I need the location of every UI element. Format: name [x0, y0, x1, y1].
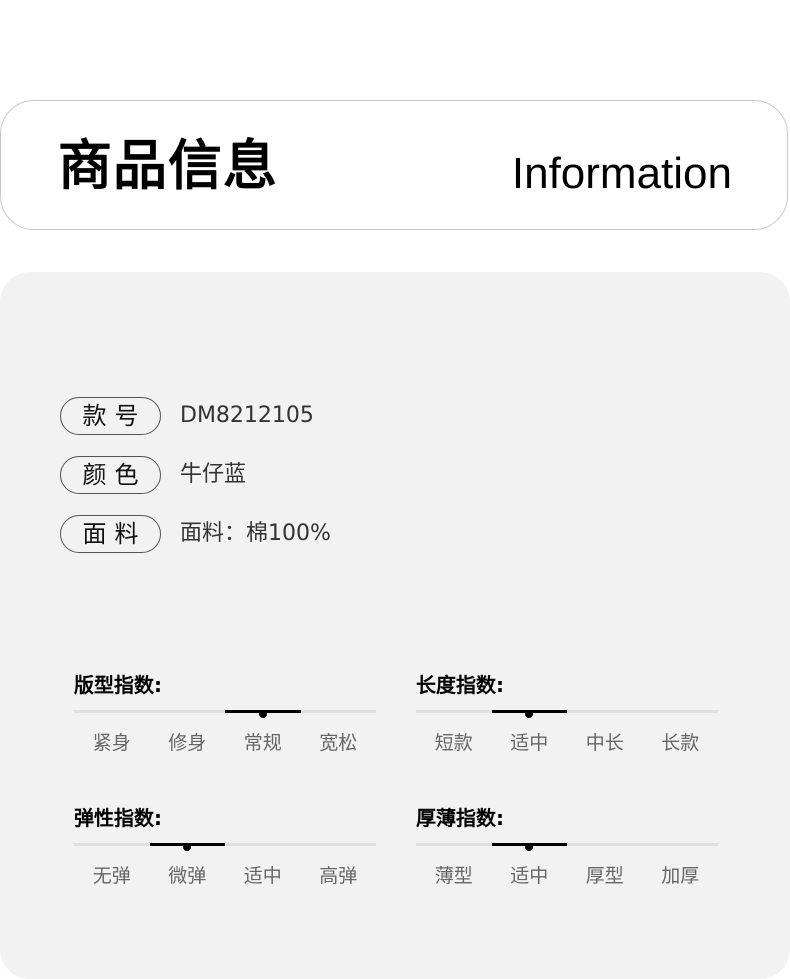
index-marker-dot [525, 709, 534, 718]
page-title: 商品信息 [58, 134, 278, 197]
spec-value-style-number: DM8212105 [180, 403, 314, 428]
thickness-index-option: 薄型 [434, 865, 473, 887]
length-index-title: 长度指数: [416, 673, 504, 697]
thickness-index-option: 加厚 [661, 865, 700, 887]
fit-index-option: 常规 [243, 732, 282, 754]
index-selected-segment [491, 842, 567, 851]
fit-index-option: 宽松 [319, 732, 358, 754]
index-marker-dot [183, 842, 192, 851]
thickness-index-title: 厚薄指数: [416, 806, 504, 830]
length-index-option: 短款 [434, 732, 473, 754]
fit-index-option: 紧身 [92, 732, 131, 754]
elasticity-index-option: 适中 [243, 865, 282, 887]
elasticity-index-option: 无弹 [92, 865, 131, 887]
elasticity-index-option: 高弹 [319, 865, 358, 887]
length-index-option: 适中 [510, 732, 549, 754]
spec-value-color: 牛仔蓝 [180, 462, 247, 487]
index-selected-segment [149, 842, 225, 851]
index-selected-segment [491, 709, 567, 718]
thickness-index-option: 厚型 [585, 865, 624, 887]
page-title-english: Information [511, 149, 732, 198]
spec-label-color: 颜色 [60, 456, 161, 494]
fit-index-track [74, 709, 376, 718]
fit-index-title: 版型指数: [74, 673, 162, 697]
length-index-track [416, 709, 718, 718]
spec-label-fabric: 面料 [60, 515, 161, 553]
length-index-option: 长款 [661, 732, 700, 754]
fit-index-option: 修身 [168, 732, 207, 754]
index-marker-dot [258, 709, 267, 718]
elasticity-index-title: 弹性指数: [74, 806, 162, 830]
fit-index-options: 紧身 修身 常规 宽松 [74, 730, 376, 756]
elasticity-index-track [74, 842, 376, 851]
index-marker-dot [525, 842, 534, 851]
length-index-options: 短款 适中 中长 长款 [416, 730, 718, 756]
spec-value-fabric: 面料：棉100% [180, 521, 331, 546]
thickness-index-options: 薄型 适中 厚型 加厚 [416, 863, 718, 889]
spec-label-style-number: 款号 [60, 397, 161, 435]
length-index-option: 中长 [585, 732, 624, 754]
thickness-index-track [416, 842, 718, 851]
thickness-index-option: 适中 [510, 865, 549, 887]
index-selected-segment [225, 709, 301, 718]
elasticity-index-option: 微弹 [168, 865, 207, 887]
elasticity-index-options: 无弹 微弹 适中 高弹 [74, 863, 376, 889]
